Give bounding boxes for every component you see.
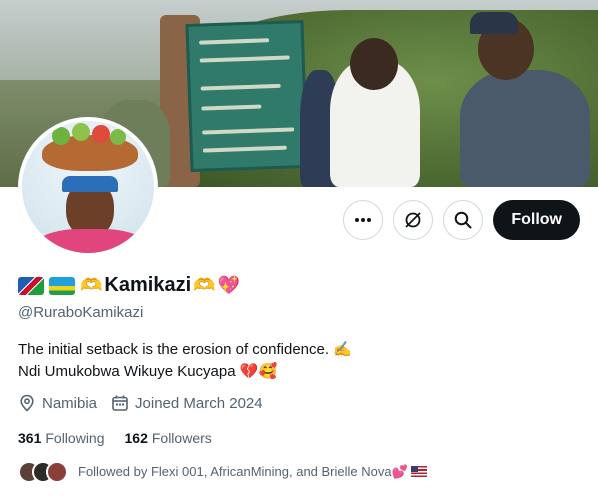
writing-hand-icon: ✍️ [333, 341, 352, 358]
grok-button[interactable] [393, 200, 434, 240]
banner-person-cap [470, 12, 518, 34]
avatar-scarf [62, 176, 118, 192]
more-icon [355, 218, 372, 222]
follower-avatars [18, 461, 68, 483]
bio-line-2: Ndi Umukobwa Wikuye Kucyapa [18, 363, 236, 380]
banner-person [460, 70, 590, 187]
follow-button[interactable]: Follow [493, 200, 580, 240]
following-label: Following [45, 430, 105, 446]
joined-date: Joined March 2024 [111, 394, 263, 412]
profile-handle: @RuraboKamikazi [18, 304, 144, 321]
heart-hands-icon: 🫶 [193, 275, 216, 295]
flag-namibia-icon [18, 276, 44, 295]
bio-emojis: 💔🥰 [239, 363, 278, 380]
banner-person-head [350, 38, 398, 90]
avatar-dress [36, 229, 146, 253]
profile-avatar[interactable] [18, 117, 158, 257]
location-text: Namibia [42, 394, 98, 412]
followed-by[interactable]: Followed by Flexi 001, AfricanMining, an… [18, 461, 428, 483]
us-flag-icon [411, 466, 428, 477]
display-name-text: Kamikazi [104, 274, 192, 296]
two-hearts-icon: 💕 [391, 464, 408, 479]
bio-line-1: The initial setback is the erosion of co… [18, 341, 330, 358]
followers-link[interactable]: 162 Followers [125, 430, 212, 446]
avatar [46, 461, 68, 483]
search-icon [455, 211, 472, 229]
following-count: 361 [18, 430, 42, 446]
profile-meta: Namibia Joined March 2024 [18, 394, 263, 412]
profile-bio: The initial setback is the erosion of co… [18, 339, 352, 383]
following-link[interactable]: 361 Following [18, 430, 105, 446]
heart-hands-icon: 🫶 [80, 275, 103, 295]
profile-actions: Follow [343, 200, 580, 240]
sparkling-heart-icon: 💖 [217, 275, 240, 295]
followers-label: Followers [151, 430, 212, 446]
display-name: 🫶 Kamikazi 🫶 💖 [18, 274, 240, 297]
more-button[interactable] [343, 200, 384, 240]
search-button[interactable] [443, 200, 484, 240]
followers-count: 162 [124, 430, 148, 446]
flag-rwanda-icon [49, 276, 75, 295]
grok-icon [405, 212, 421, 228]
profile-stats: 361 Following 162 Followers [18, 430, 212, 446]
banner-sign [185, 19, 309, 173]
location-pin-icon [20, 394, 34, 412]
location: Namibia [18, 394, 97, 412]
followed-by-text: Followed by Flexi 001, AfricanMining, an… [78, 464, 392, 479]
joined-text: Joined March 2024 [135, 394, 263, 412]
calendar-icon [112, 395, 128, 411]
